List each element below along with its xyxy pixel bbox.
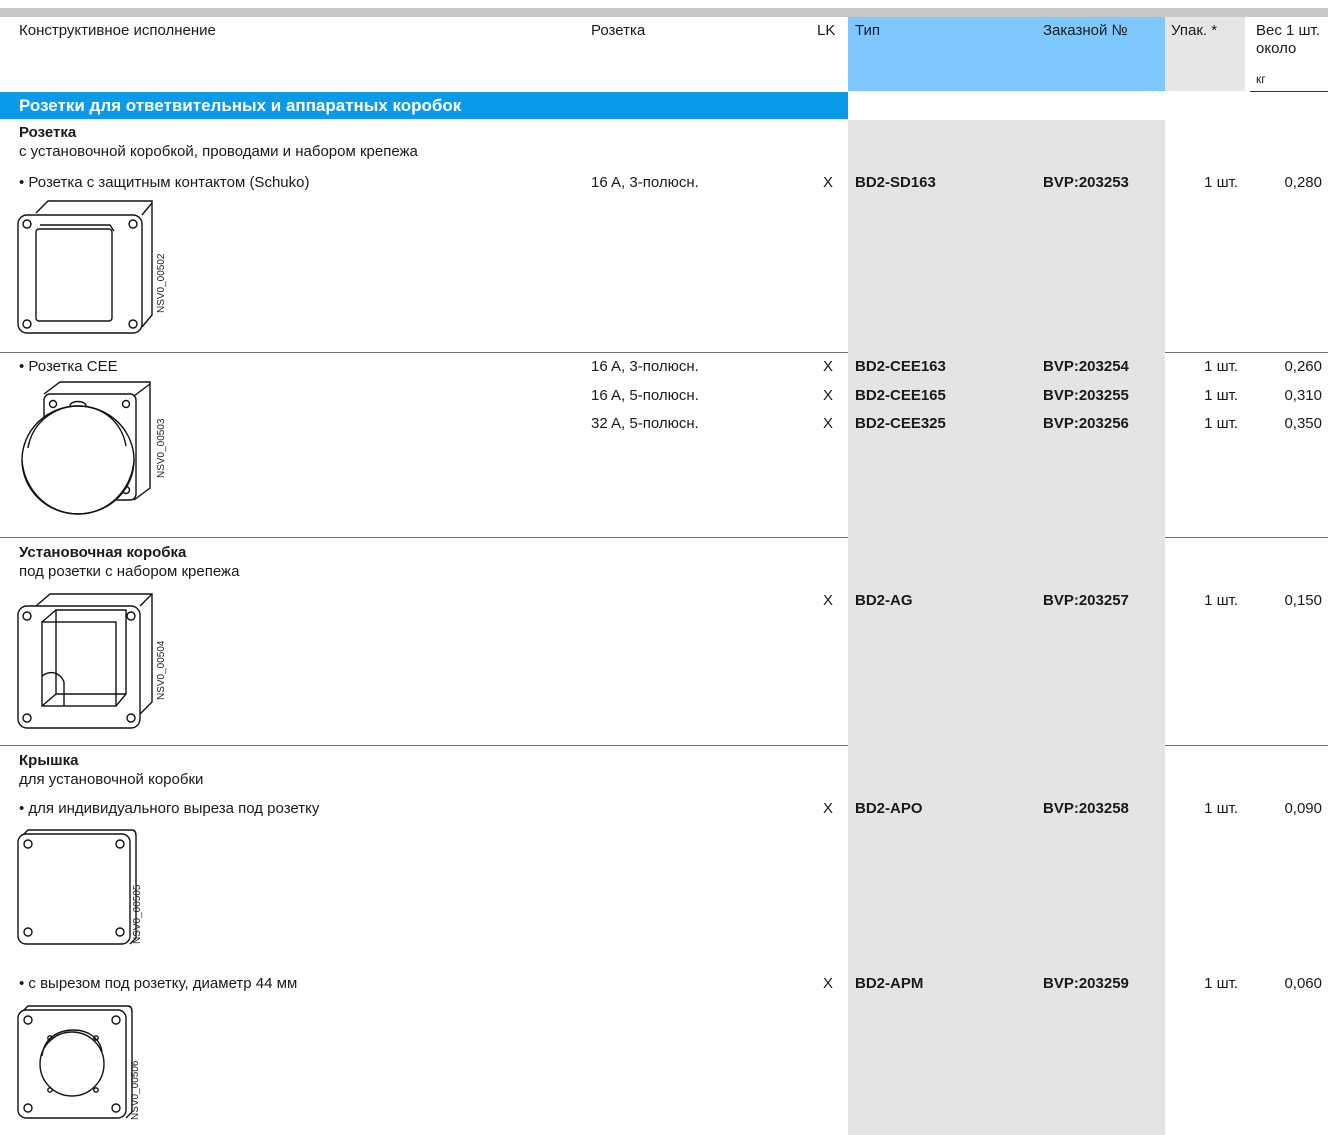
figure-id: NSV0_00505 xyxy=(132,884,143,944)
cell-weight: 0,090 xyxy=(1284,800,1322,817)
header-weight-1: Вес 1 шт. xyxy=(1256,22,1320,39)
cell-pack: 1 шт. xyxy=(1204,975,1238,992)
cell-weight: 0,260 xyxy=(1284,358,1322,375)
section-divider xyxy=(1165,352,1328,353)
cee-socket-illustration: NSV0_00503 xyxy=(21,381,167,515)
figure-id: NSV0_00506 xyxy=(130,1060,141,1120)
item-label-cover-cutout: • с вырезом под розетку, диаметр 44 мм xyxy=(19,975,298,992)
cell-socket: 16 A, 3-полюсн. xyxy=(591,174,699,191)
section-divider xyxy=(1165,745,1328,746)
cell-lk: X xyxy=(823,592,834,609)
cell-weight: 0,310 xyxy=(1284,387,1322,404)
cell-socket: 16 A, 5-полюсн. xyxy=(591,387,699,404)
cell-weight: 0,150 xyxy=(1284,592,1322,609)
mounting-box-illustration: NSV0_00504 xyxy=(17,593,167,729)
figure-id: NSV0_00503 xyxy=(156,418,167,478)
cell-order: BVP:203254 xyxy=(1043,358,1129,375)
group-title-socket: Розетка xyxy=(19,124,77,141)
group-subtitle-box: под розетки с набором крепежа xyxy=(19,563,240,580)
cell-weight: 0,350 xyxy=(1284,415,1322,432)
weight-unit-rule xyxy=(1250,91,1328,92)
group-title-cover: Крышка xyxy=(19,752,79,769)
cell-pack: 1 шт. xyxy=(1204,415,1238,432)
cell-pack: 1 шт. xyxy=(1204,174,1238,191)
schuko-socket-illustration: NSV0_00502 xyxy=(17,200,167,334)
cell-order: BVP:203258 xyxy=(1043,800,1129,817)
header-socket: Розетка xyxy=(591,22,646,39)
cell-lk: X xyxy=(823,174,834,191)
cell-weight: 0,280 xyxy=(1284,174,1322,191)
header-weight-2: около xyxy=(1256,40,1297,57)
section-title: Розетки для ответвительных и аппаратных … xyxy=(0,92,848,119)
header-type: Тип xyxy=(855,22,881,39)
section-divider xyxy=(1165,537,1328,538)
cell-lk: X xyxy=(823,387,834,404)
header-lk: LK xyxy=(817,22,836,39)
item-label-cover-individual: • для индивидуального выреза под розетку xyxy=(19,800,320,817)
cell-type: BD2-CEE163 xyxy=(855,358,946,375)
item-label-schuko: • Розетка с защитным контактом (Schuko) xyxy=(19,174,310,191)
header-pack: Упак. * xyxy=(1171,22,1218,39)
cell-order: BVP:203255 xyxy=(1043,387,1129,404)
blank-cover-illustration: NSV0_00505 xyxy=(17,829,143,945)
cell-type: BD2-CEE165 xyxy=(855,387,946,404)
figure-id: NSV0_00502 xyxy=(156,253,167,313)
item-label-cee: • Розетка CEE xyxy=(19,358,118,375)
section-divider xyxy=(0,745,848,746)
cell-order: BVP:203256 xyxy=(1043,415,1129,432)
cell-lk: X xyxy=(823,800,834,817)
cell-pack: 1 шт. xyxy=(1204,592,1238,609)
cell-type: BD2-AG xyxy=(855,592,913,609)
cell-socket: 32 A, 5-полюсн. xyxy=(591,415,699,432)
cell-type: BD2-SD163 xyxy=(855,174,936,191)
cell-weight: 0,060 xyxy=(1284,975,1322,992)
cell-lk: X xyxy=(823,975,834,992)
cell-type: BD2-APM xyxy=(855,975,924,992)
cell-order: BVP:203257 xyxy=(1043,592,1129,609)
group-subtitle-cover: для установочной коробки xyxy=(19,771,204,788)
cell-pack: 1 шт. xyxy=(1204,800,1238,817)
cell-order: BVP:203253 xyxy=(1043,174,1129,191)
header-design: Конструктивное исполнение xyxy=(19,22,216,39)
cell-socket: 16 A, 3-полюсн. xyxy=(591,358,699,375)
cell-lk: X xyxy=(823,415,834,432)
group-subtitle-socket: с установочной коробкой, проводами и наб… xyxy=(19,143,418,160)
section-divider xyxy=(0,537,848,538)
section-divider xyxy=(0,352,848,353)
top-bar xyxy=(0,8,1328,17)
group-title-box: Установочная коробка xyxy=(19,544,187,561)
cell-pack: 1 шт. xyxy=(1204,387,1238,404)
header-order: Заказной № xyxy=(1043,22,1128,39)
cell-lk: X xyxy=(823,358,834,375)
figure-id: NSV0_00504 xyxy=(156,640,167,700)
cutout-cover-illustration: NSV0_00506 xyxy=(17,1005,141,1120)
cell-order: BVP:203259 xyxy=(1043,975,1129,992)
cell-pack: 1 шт. xyxy=(1204,358,1238,375)
header-weight-unit: кг xyxy=(1256,72,1266,86)
cell-type: BD2-CEE325 xyxy=(855,415,946,432)
cell-type: BD2-APO xyxy=(855,800,923,817)
